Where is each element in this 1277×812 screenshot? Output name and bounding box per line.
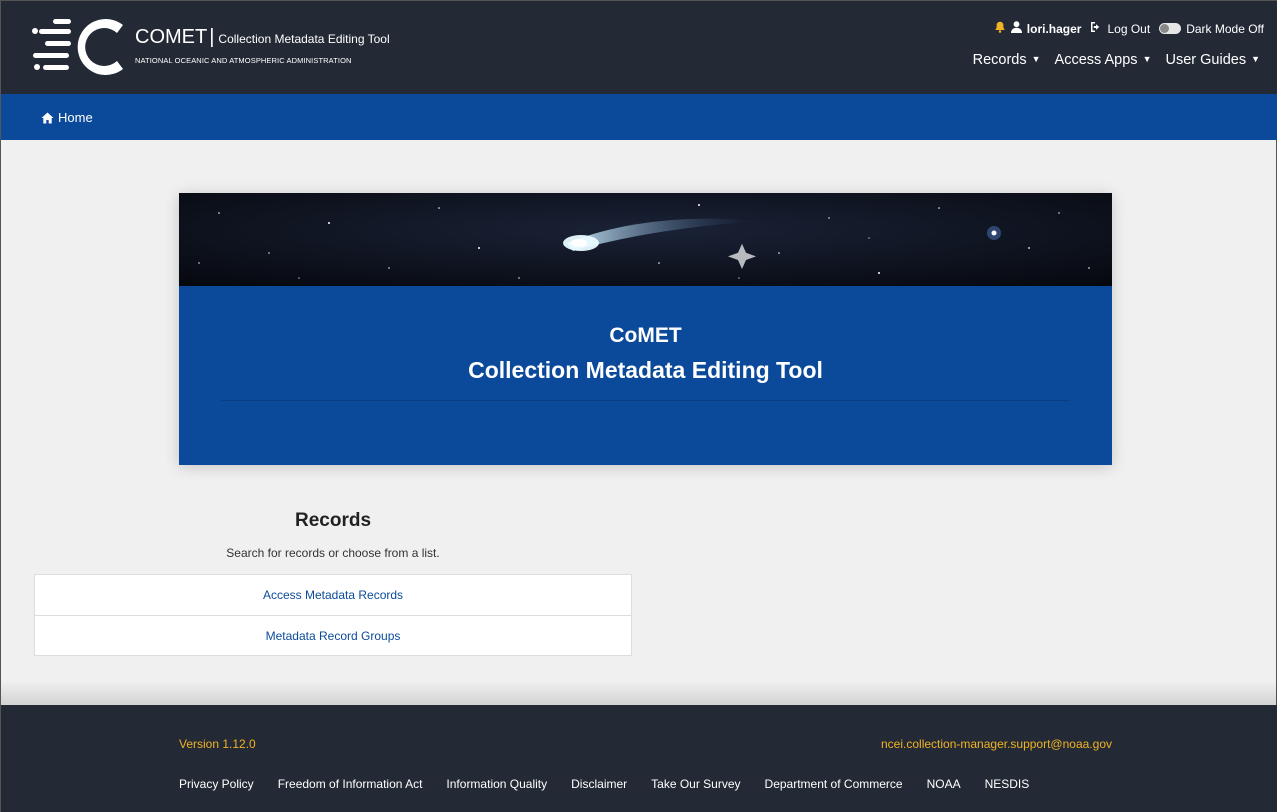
user-icon xyxy=(1010,21,1022,36)
footer-link-noaa[interactable]: NOAA xyxy=(927,777,961,791)
footer-link-foia[interactable]: Freedom of Information Act xyxy=(278,777,423,791)
caret-down-icon: ▼ xyxy=(1251,54,1260,64)
breadcrumb-bar: Home xyxy=(1,94,1277,140)
nav-access-apps-label: Access Apps xyxy=(1054,52,1138,68)
dark-mode-label: Dark Mode Off xyxy=(1186,21,1264,36)
dark-mode-toggle[interactable] xyxy=(1159,23,1182,34)
footer-link-information-quality[interactable]: Information Quality xyxy=(446,777,547,791)
breadcrumb-home-label: Home xyxy=(58,110,93,125)
metadata-record-groups-link[interactable]: Metadata Record Groups xyxy=(35,615,631,655)
hero-divider xyxy=(221,400,1070,401)
top-navbar: COMET | Collection Metadata Editing Tool N… xyxy=(1,1,1277,94)
username-link[interactable]: lori.hager xyxy=(1027,22,1082,36)
footer-link-commerce[interactable]: Department of Commerce xyxy=(765,777,903,791)
home-icon xyxy=(41,112,54,123)
nav-access-apps-dropdown[interactable]: Access Apps ▼ xyxy=(1055,52,1152,68)
nav-user-guides-dropdown[interactable]: User Guides ▼ xyxy=(1165,52,1260,68)
records-heading: Records xyxy=(294,510,372,531)
comet-banner-image xyxy=(179,193,1112,286)
hero-title-long: Collection Metadata Editing Tool xyxy=(468,357,823,383)
brand-subtitle: Collection Metadata Editing Tool xyxy=(218,32,390,46)
version-label: Version 1.12.0 xyxy=(179,737,256,751)
footer: Version 1.12.0 ncei.collection-manager.s… xyxy=(1,705,1277,812)
footer-link-privacy-policy[interactable]: Privacy Policy xyxy=(179,777,254,791)
records-description: Search for records or choose from a list… xyxy=(226,546,440,560)
sign-out-icon[interactable] xyxy=(1090,21,1102,36)
user-bar: lori.hager Log Out Dark Mode Off xyxy=(994,21,1264,36)
support-email-link[interactable]: ncei.collection-manager.support@noaa.gov xyxy=(881,737,1112,751)
comet-logo[interactable] xyxy=(31,15,129,79)
breadcrumb-home[interactable]: Home xyxy=(41,110,93,125)
brand-name: COMET xyxy=(135,26,208,48)
hero-banner: CoMET Collection Metadata Editing Tool xyxy=(179,193,1112,465)
brand-title[interactable]: COMET | Collection Metadata Editing Tool xyxy=(135,26,390,49)
main-nav: Records ▼ Access Apps ▼ User Guides ▼ xyxy=(973,52,1260,68)
caret-down-icon: ▼ xyxy=(1031,54,1041,64)
caret-down-icon: ▼ xyxy=(1142,54,1152,64)
footer-link-disclaimer[interactable]: Disclaimer xyxy=(571,777,627,791)
nav-records-label: Records xyxy=(972,52,1027,68)
access-metadata-records-link[interactable]: Access Metadata Records xyxy=(35,575,631,615)
nav-records-dropdown[interactable]: Records ▼ xyxy=(973,52,1041,68)
records-link-list: Access Metadata Records Metadata Record … xyxy=(34,574,632,656)
logout-link[interactable]: Log Out xyxy=(1107,22,1150,36)
organization-name: NATIONAL OCEANIC AND ATMOSPHERIC ADMINIS… xyxy=(135,56,352,65)
brand-separator: | xyxy=(209,26,215,48)
hero-panel: CoMET Collection Metadata Editing Tool xyxy=(179,286,1112,465)
footer-link-survey[interactable]: Take Our Survey xyxy=(651,777,740,791)
footer-links: Privacy Policy Freedom of Information Ac… xyxy=(179,777,1029,791)
footer-shadow xyxy=(1,681,1277,705)
hero-title-short: CoMET xyxy=(609,324,682,347)
bell-icon[interactable] xyxy=(994,21,1006,36)
nav-user-guides-label: User Guides xyxy=(1165,52,1247,68)
footer-link-nesdis[interactable]: NESDIS xyxy=(985,777,1030,791)
